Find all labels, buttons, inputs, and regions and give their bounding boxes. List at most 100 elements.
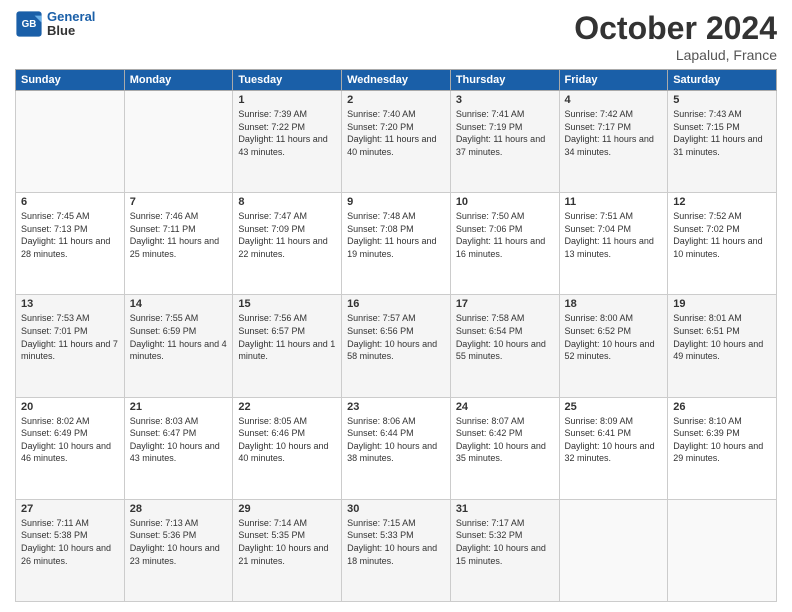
day-detail: Sunrise: 8:06 AMSunset: 6:44 PMDaylight:… <box>347 415 445 465</box>
day-detail: Sunrise: 7:51 AMSunset: 7:04 PMDaylight:… <box>565 210 663 260</box>
calendar-cell: 18 Sunrise: 8:00 AMSunset: 6:52 PMDayligh… <box>559 295 668 397</box>
day-header-sunday: Sunday <box>16 70 125 91</box>
logo: GB General Blue <box>15 10 95 39</box>
day-header-thursday: Thursday <box>450 70 559 91</box>
day-number: 22 <box>238 401 336 413</box>
day-detail: Sunrise: 8:00 AMSunset: 6:52 PMDaylight:… <box>565 312 663 362</box>
day-number: 29 <box>238 503 336 515</box>
day-header-wednesday: Wednesday <box>342 70 451 91</box>
day-detail: Sunrise: 8:02 AMSunset: 6:49 PMDaylight:… <box>21 415 119 465</box>
calendar-cell: 9 Sunrise: 7:48 AMSunset: 7:08 PMDaylight… <box>342 193 451 295</box>
day-number: 18 <box>565 298 663 310</box>
day-number: 25 <box>565 401 663 413</box>
day-detail: Sunrise: 7:53 AMSunset: 7:01 PMDaylight:… <box>21 312 119 362</box>
logo-text: General Blue <box>47 10 95 39</box>
day-number: 23 <box>347 401 445 413</box>
day-detail: Sunrise: 8:03 AMSunset: 6:47 PMDaylight:… <box>130 415 228 465</box>
day-number: 14 <box>130 298 228 310</box>
calendar-cell: 28 Sunrise: 7:13 AMSunset: 5:36 PMDayligh… <box>124 499 233 601</box>
calendar-cell: 12 Sunrise: 7:52 AMSunset: 7:02 PMDayligh… <box>668 193 777 295</box>
calendar-cell <box>668 499 777 601</box>
day-number: 26 <box>673 401 771 413</box>
calendar-cell: 10 Sunrise: 7:50 AMSunset: 7:06 PMDayligh… <box>450 193 559 295</box>
calendar-cell: 27Sunrise: 7:11 AMSunset: 5:38 PMDayligh… <box>16 499 125 601</box>
calendar-cell: 31 Sunrise: 7:17 AMSunset: 5:32 PMDayligh… <box>450 499 559 601</box>
day-header-tuesday: Tuesday <box>233 70 342 91</box>
calendar-cell: 8 Sunrise: 7:47 AMSunset: 7:09 PMDaylight… <box>233 193 342 295</box>
calendar-cell: 30 Sunrise: 7:15 AMSunset: 5:33 PMDayligh… <box>342 499 451 601</box>
day-number: 10 <box>456 196 554 208</box>
day-header-saturday: Saturday <box>668 70 777 91</box>
day-detail: Sunrise: 7:46 AMSunset: 7:11 PMDaylight:… <box>130 210 228 260</box>
day-detail: Sunrise: 7:17 AMSunset: 5:32 PMDaylight:… <box>456 517 554 567</box>
calendar-cell: 20 Sunrise: 8:02 AMSunset: 6:49 PMDayligh… <box>16 397 125 499</box>
calendar-cell: 6 Sunrise: 7:45 AMSunset: 7:13 PMDaylight… <box>16 193 125 295</box>
day-number: 15 <box>238 298 336 310</box>
day-detail: Sunrise: 7:50 AMSunset: 7:06 PMDaylight:… <box>456 210 554 260</box>
day-detail: Sunrise: 7:55 AMSunset: 6:59 PMDaylight:… <box>130 312 228 362</box>
day-number: 20 <box>21 401 119 413</box>
day-detail: Sunrise: 8:05 AMSunset: 6:46 PMDaylight:… <box>238 415 336 465</box>
calendar-cell: 14 Sunrise: 7:55 AMSunset: 6:59 PMDayligh… <box>124 295 233 397</box>
day-detail: Sunrise: 7:45 AMSunset: 7:13 PMDaylight:… <box>21 210 119 260</box>
day-detail: Sunrise: 7:14 AMSunset: 5:35 PMDaylight:… <box>238 517 336 567</box>
month-title: October 2024 <box>574 10 777 47</box>
day-detail: Sunrise: 7:13 AMSunset: 5:36 PMDaylight:… <box>130 517 228 567</box>
calendar-cell: 17Sunrise: 7:58 AMSunset: 6:54 PMDayligh… <box>450 295 559 397</box>
day-number: 6 <box>21 196 119 208</box>
day-detail: Sunrise: 7:15 AMSunset: 5:33 PMDaylight:… <box>347 517 445 567</box>
day-detail: Sunrise: 8:09 AMSunset: 6:41 PMDaylight:… <box>565 415 663 465</box>
calendar-cell <box>559 499 668 601</box>
day-number: 5 <box>673 94 771 106</box>
calendar-cell: 19Sunrise: 8:01 AMSunset: 6:51 PMDayligh… <box>668 295 777 397</box>
calendar-cell: 11 Sunrise: 7:51 AMSunset: 7:04 PMDayligh… <box>559 193 668 295</box>
calendar-page: GB General Blue October 2024 Lapalud, Fr… <box>0 0 792 612</box>
day-detail: Sunrise: 7:52 AMSunset: 7:02 PMDaylight:… <box>673 210 771 260</box>
title-block: October 2024 Lapalud, France <box>574 10 777 63</box>
day-number: 30 <box>347 503 445 515</box>
page-header: GB General Blue October 2024 Lapalud, Fr… <box>15 10 777 63</box>
calendar-cell: 26 Sunrise: 8:10 AMSunset: 6:39 PMDayligh… <box>668 397 777 499</box>
calendar-cell: 21 Sunrise: 8:03 AMSunset: 6:47 PMDayligh… <box>124 397 233 499</box>
day-number: 4 <box>565 94 663 106</box>
day-number: 16 <box>347 298 445 310</box>
calendar-cell: 2 Sunrise: 7:40 AMSunset: 7:20 PMDaylight… <box>342 91 451 193</box>
day-detail: Sunrise: 7:39 AMSunset: 7:22 PMDaylight:… <box>238 108 336 158</box>
day-number: 21 <box>130 401 228 413</box>
calendar-cell: 29 Sunrise: 7:14 AMSunset: 5:35 PMDayligh… <box>233 499 342 601</box>
day-number: 19 <box>673 298 771 310</box>
day-number: 12 <box>673 196 771 208</box>
calendar-cell: 3 Sunrise: 7:41 AMSunset: 7:19 PMDaylight… <box>450 91 559 193</box>
day-number: 13 <box>21 298 119 310</box>
day-detail: Sunrise: 7:43 AMSunset: 7:15 PMDaylight:… <box>673 108 771 158</box>
calendar-cell: 5 Sunrise: 7:43 AMSunset: 7:15 PMDaylight… <box>668 91 777 193</box>
calendar-cell: 4Sunrise: 7:42 AMSunset: 7:17 PMDaylight… <box>559 91 668 193</box>
calendar-cell: 1 Sunrise: 7:39 AMSunset: 7:22 PMDaylight… <box>233 91 342 193</box>
calendar-cell: 7Sunrise: 7:46 AMSunset: 7:11 PMDaylight… <box>124 193 233 295</box>
day-number: 27 <box>21 503 119 515</box>
day-detail: Sunrise: 7:56 AMSunset: 6:57 PMDaylight:… <box>238 312 336 362</box>
location: Lapalud, France <box>574 47 777 63</box>
day-number: 11 <box>565 196 663 208</box>
day-detail: Sunrise: 8:07 AMSunset: 6:42 PMDaylight:… <box>456 415 554 465</box>
day-number: 31 <box>456 503 554 515</box>
calendar-table: SundayMondayTuesdayWednesdayThursdayFrid… <box>15 69 777 602</box>
day-number: 1 <box>238 94 336 106</box>
day-number: 9 <box>347 196 445 208</box>
calendar-cell: 23 Sunrise: 8:06 AMSunset: 6:44 PMDayligh… <box>342 397 451 499</box>
calendar-cell: 15 Sunrise: 7:56 AMSunset: 6:57 PMDayligh… <box>233 295 342 397</box>
day-detail: Sunrise: 7:48 AMSunset: 7:08 PMDaylight:… <box>347 210 445 260</box>
day-detail: Sunrise: 7:47 AMSunset: 7:09 PMDaylight:… <box>238 210 336 260</box>
day-number: 8 <box>238 196 336 208</box>
calendar-cell <box>16 91 125 193</box>
day-number: 2 <box>347 94 445 106</box>
calendar-cell: 25 Sunrise: 8:09 AMSunset: 6:41 PMDayligh… <box>559 397 668 499</box>
calendar-cell: 16Sunrise: 7:57 AMSunset: 6:56 PMDayligh… <box>342 295 451 397</box>
day-detail: Sunrise: 7:40 AMSunset: 7:20 PMDaylight:… <box>347 108 445 158</box>
day-detail: Sunrise: 8:10 AMSunset: 6:39 PMDaylight:… <box>673 415 771 465</box>
day-detail: Sunrise: 7:41 AMSunset: 7:19 PMDaylight:… <box>456 108 554 158</box>
day-number: 3 <box>456 94 554 106</box>
day-header-monday: Monday <box>124 70 233 91</box>
calendar-cell: 24Sunrise: 8:07 AMSunset: 6:42 PMDayligh… <box>450 397 559 499</box>
day-number: 28 <box>130 503 228 515</box>
